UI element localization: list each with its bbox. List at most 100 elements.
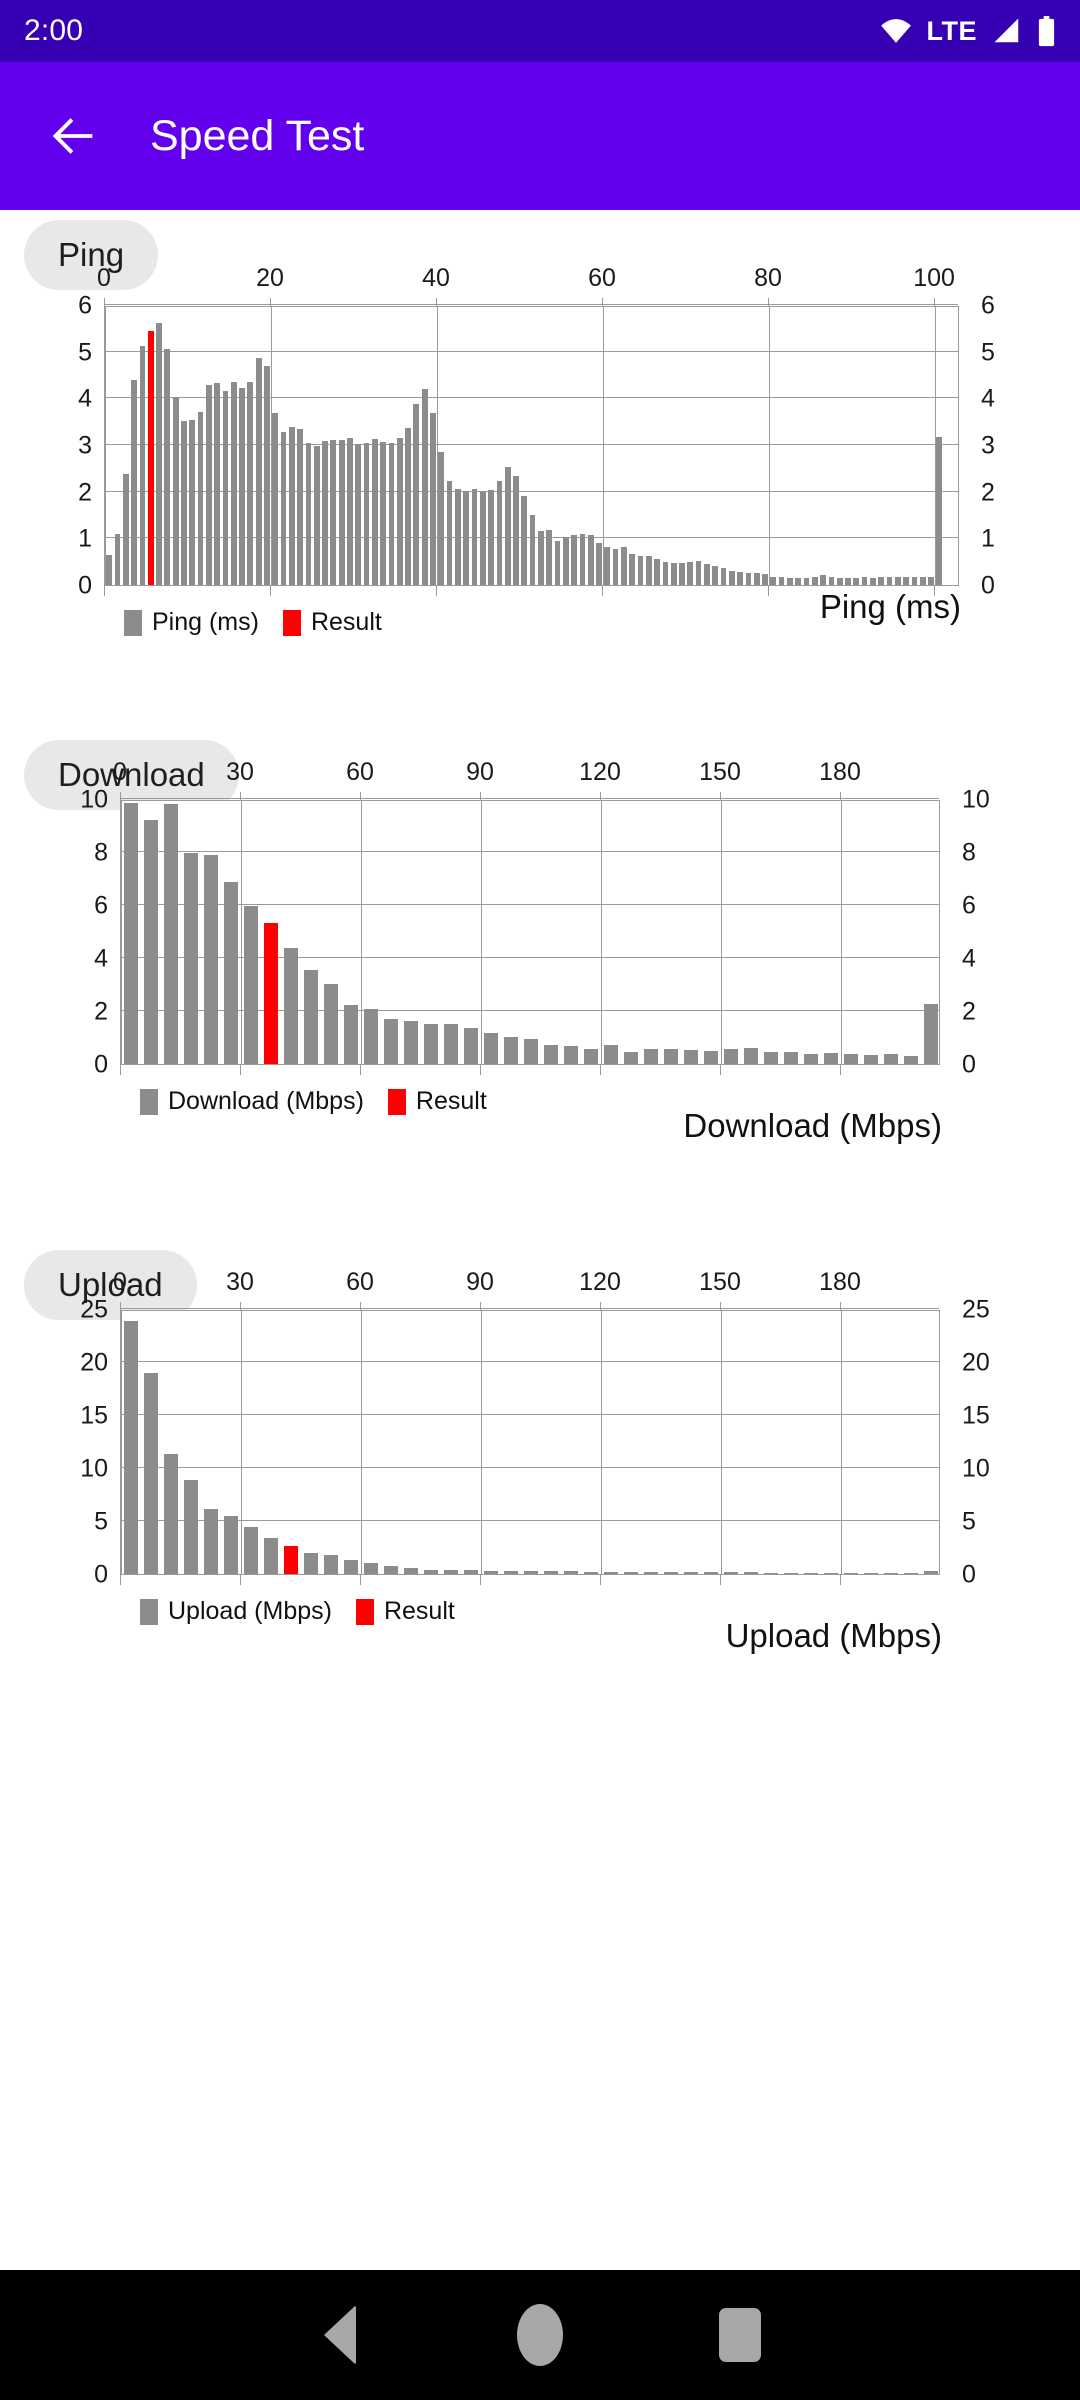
histogram-bar <box>784 1052 798 1064</box>
histogram-bar <box>903 577 909 585</box>
gridline-horizontal <box>121 798 939 799</box>
back-button[interactable] <box>18 81 128 191</box>
x-tick-label: 60 <box>588 264 616 292</box>
histogram-bar <box>524 1039 538 1064</box>
y-tick-label-left: 5 <box>78 338 92 367</box>
histogram-bar <box>571 534 577 585</box>
histogram-bar <box>114 533 121 585</box>
histogram-bar <box>804 1054 818 1064</box>
histogram-bar <box>144 1372 158 1574</box>
x-tick-label: 60 <box>346 758 374 786</box>
gridline-horizontal <box>121 851 939 852</box>
gridline-vertical <box>481 801 482 1064</box>
histogram-bar <box>737 571 743 585</box>
histogram-bar <box>624 1571 638 1574</box>
histogram-bar <box>424 1569 438 1574</box>
nav-home-button[interactable] <box>440 2270 640 2400</box>
histogram-bar <box>396 438 403 585</box>
histogram-bar <box>637 556 644 585</box>
histogram-bar <box>644 1048 658 1064</box>
histogram-bar <box>724 1572 738 1574</box>
plot-area <box>104 304 959 586</box>
histogram-bar <box>156 322 162 585</box>
histogram-bar <box>344 1005 358 1064</box>
gridline-vertical <box>841 801 842 1064</box>
histogram-bar <box>764 1572 778 1574</box>
app-bar: Speed Test <box>0 62 1080 210</box>
network-type-label: LTE <box>926 15 977 46</box>
histogram-bar <box>324 1554 338 1574</box>
y-tick-label-right: 4 <box>981 384 995 413</box>
x-tick-mark <box>436 298 438 306</box>
histogram-bar <box>344 1560 358 1574</box>
histogram-bar <box>704 1050 718 1064</box>
histogram-bar <box>654 558 660 585</box>
status-icons: LTE <box>879 14 1057 48</box>
histogram-bar <box>764 1051 778 1064</box>
content-scroll-area[interactable]: Ping 0 20 40 60 80 100 0 0 1 1 2 2 3 3 4 4 5 5 6 6 Ping (ms)… <box>0 210 1080 2270</box>
histogram-bar <box>244 1527 258 1574</box>
histogram-bar <box>664 1049 678 1064</box>
y-tick-label-right: 0 <box>962 1050 976 1079</box>
gridline-vertical <box>481 1311 482 1574</box>
nav-back-button[interactable] <box>240 2270 440 2400</box>
histogram-bar <box>684 1571 698 1574</box>
x-tick-mark <box>840 1302 841 1310</box>
x-tick-mark-bottom <box>720 1575 721 1585</box>
histogram-bar <box>904 1056 918 1064</box>
gridline-vertical <box>361 1311 362 1574</box>
y-tick-label-right: 25 <box>962 1295 990 1324</box>
histogram-bar <box>413 403 420 585</box>
histogram-bar <box>645 555 652 585</box>
histogram-bar <box>324 984 338 1064</box>
x-tick-mark <box>360 1302 361 1310</box>
histogram-bar <box>338 440 345 585</box>
y-tick-label-right: 2 <box>962 997 976 1026</box>
x-tick-label: 90 <box>466 758 494 786</box>
upload-chart: 0 30 60 90 120 150 180 0 0 5 5 10 10 15 15 20 20 25 25 Uplo… <box>0 1268 1080 1750</box>
histogram-bar <box>604 1045 618 1064</box>
histogram-bar <box>836 577 843 585</box>
x-tick-label: 80 <box>754 264 782 292</box>
histogram-bar <box>244 906 258 1064</box>
nav-back-icon <box>324 2305 356 2365</box>
x-tick-mark <box>480 792 481 800</box>
x-tick-mark-bottom <box>120 1065 121 1075</box>
histogram-bar <box>347 438 353 585</box>
x-tick-mark <box>360 792 361 800</box>
histogram-bar <box>904 1572 918 1574</box>
y-tick-label-right: 4 <box>962 944 976 973</box>
histogram-bar <box>430 413 436 585</box>
x-tick-label: 30 <box>226 758 254 786</box>
histogram-bar <box>222 391 229 585</box>
y-tick-label-left: 1 <box>78 524 92 553</box>
histogram-bar <box>364 1563 378 1574</box>
download-chart: 0 30 60 90 120 150 180 0 0 2 2 4 4 6 6 8 8 10 10 Download (… <box>0 758 1080 1240</box>
gridline-vertical <box>241 1311 242 1574</box>
histogram-bar <box>471 489 478 585</box>
histogram-bar <box>878 577 885 585</box>
x-tick-mark <box>240 1302 241 1310</box>
nav-recents-button[interactable] <box>640 2270 840 2400</box>
histogram-bar <box>529 515 536 585</box>
histogram-bar <box>684 1049 698 1064</box>
x-tick-mark-bottom <box>600 1065 601 1075</box>
histogram-bar <box>803 578 810 585</box>
histogram-bar <box>255 357 262 585</box>
histogram-bar <box>224 881 238 1064</box>
histogram-bar <box>371 439 378 585</box>
y-tick-label-left: 10 <box>80 785 108 814</box>
histogram-bar <box>624 1052 638 1064</box>
histogram-bar <box>204 1509 218 1574</box>
histogram-bar <box>164 803 178 1064</box>
histogram-bar <box>824 1572 838 1574</box>
histogram-bar <box>853 577 860 585</box>
y-tick-label-right: 8 <box>962 838 976 867</box>
gridline-vertical <box>603 307 605 585</box>
histogram-bar <box>181 420 187 585</box>
histogram-bar <box>778 577 785 585</box>
signal-icon <box>991 16 1023 46</box>
x-tick-label: 40 <box>422 264 450 292</box>
histogram-bar <box>204 855 218 1064</box>
histogram-bar <box>687 561 694 585</box>
